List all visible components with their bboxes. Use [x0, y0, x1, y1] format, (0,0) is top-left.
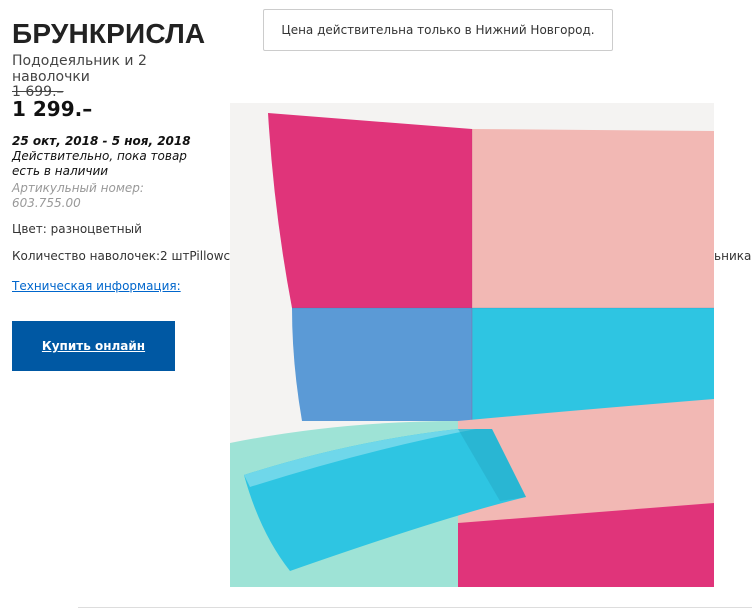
product-description: Пододеяльник и 2 наволочки — [12, 53, 147, 85]
validity-note: Действительно, пока товар есть в наличии — [12, 149, 187, 178]
price-validity: 25 окт, 2018 - 5 ноя, 2018 Действительно… — [12, 134, 192, 179]
article-number: Артикульный номер: 603.755.00 — [12, 181, 144, 210]
validity-dates: 25 окт, 2018 - 5 ноя, 2018 — [12, 134, 191, 148]
product-image — [230, 103, 714, 587]
buy-online-button[interactable]: Купить онлайн — [12, 321, 175, 371]
city-price-notice: Цена действительна только в Нижний Новго… — [263, 9, 613, 51]
product-color: Цвет: разноцветный — [12, 222, 142, 236]
current-price: 1 299.– — [12, 97, 93, 121]
product-title: БРУНКРИСЛА — [12, 18, 206, 49]
divider — [78, 607, 752, 608]
tech-info-link[interactable]: Техническая информация: — [12, 279, 181, 293]
